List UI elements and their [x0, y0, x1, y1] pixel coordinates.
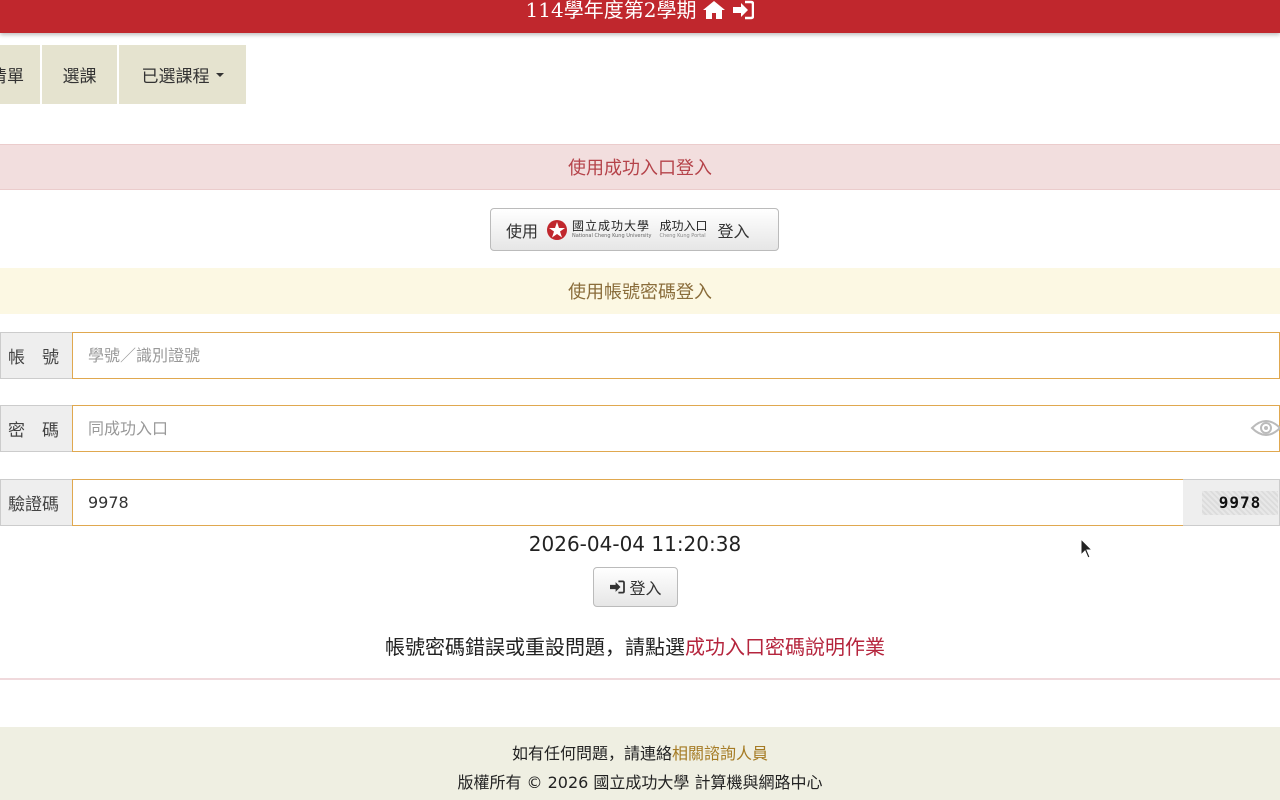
ncku-logo: 國立成功大學 National Cheng Kung University 成功… — [546, 219, 707, 241]
footer-contact-text: 如有任何問題，請連絡 — [511, 744, 672, 763]
portal-text-en: Cheng Kung Portal — [659, 233, 706, 239]
sso-login-button[interactable]: 使用 國立成功大學 National Cheng Kung University… — [490, 208, 779, 251]
sso-section-title: 使用成功入口登入 — [568, 158, 712, 179]
home-icon[interactable] — [702, 0, 726, 20]
login-button[interactable]: 登入 — [593, 567, 678, 607]
mouse-cursor-icon — [1080, 538, 1094, 559]
semester-title: 114學年度第2學期 — [525, 0, 697, 22]
nav-item-selected-courses[interactable]: 已選課程 — [119, 45, 246, 104]
login-button-label: 登入 — [629, 579, 662, 598]
captcha-label-text: 驗證碼 — [8, 495, 59, 515]
caret-down-icon — [215, 72, 224, 77]
main-nav: 清單 選課 已選課程 — [0, 45, 246, 104]
sign-in-icon[interactable] — [732, 0, 755, 20]
sso-button-suffix: 登入 — [717, 221, 750, 241]
password-help-line: 帳號密碼錯誤或重設問題，請點選成功入口密碼說明作業 — [0, 631, 1270, 660]
captcha-image[interactable]: 9978 — [1202, 490, 1278, 515]
footer-copyright: 版權所有 © 2026 國立成功大學 計算機與網路中心 — [457, 773, 823, 792]
nav-item-list[interactable]: 清單 — [0, 45, 40, 104]
account-input[interactable] — [72, 332, 1280, 379]
semester-title-group: 114學年度第2學期 — [526, 0, 755, 20]
password-input[interactable] — [72, 405, 1280, 452]
account-section-heading: 使用帳號密碼登入 — [0, 268, 1280, 314]
account-label-text: 帳 號 — [8, 348, 59, 368]
logo-text-cn: 國立成功大學 — [572, 219, 651, 233]
sso-button-prefix: 使用 — [506, 221, 539, 241]
footer: 如有任何問題，請連絡相關諮詢人員 版權所有 © 2026 國立成功大學 計算機與… — [0, 727, 1280, 800]
account-section-title: 使用帳號密碼登入 — [568, 282, 712, 303]
password-label: 密 碼 — [0, 405, 73, 452]
nav-label: 選課 — [62, 67, 97, 87]
divider — [0, 678, 1280, 680]
top-header-bar: 114學年度第2學期 — [0, 0, 1280, 33]
portal-text-cn: 成功入口 — [659, 219, 708, 233]
nav-item-course-select[interactable]: 選課 — [42, 45, 117, 104]
sso-section-heading: 使用成功入口登入 — [0, 144, 1280, 190]
footer-contact: 如有任何問題，請連絡相關諮詢人員 — [512, 740, 768, 764]
nav-label: 已選課程 — [141, 67, 210, 87]
password-label-text: 密 碼 — [8, 421, 59, 441]
account-label: 帳 號 — [0, 332, 73, 379]
show-password-eye-icon[interactable] — [1250, 417, 1280, 443]
password-help-link[interactable]: 成功入口密碼說明作業 — [685, 635, 885, 659]
nav-label: 清單 — [0, 67, 24, 87]
sign-in-icon — [610, 580, 626, 594]
contact-staff-link[interactable]: 相關諮詢人員 — [672, 744, 768, 763]
ncku-emblem-icon — [547, 219, 568, 240]
logo-text-en: National Cheng Kung University — [572, 233, 652, 239]
help-text: 帳號密碼錯誤或重設問題，請點選 — [385, 635, 685, 659]
captcha-image-container[interactable]: 9978 — [1183, 479, 1280, 526]
captcha-label: 驗證碼 — [0, 479, 73, 526]
captcha-input[interactable] — [72, 479, 1184, 526]
